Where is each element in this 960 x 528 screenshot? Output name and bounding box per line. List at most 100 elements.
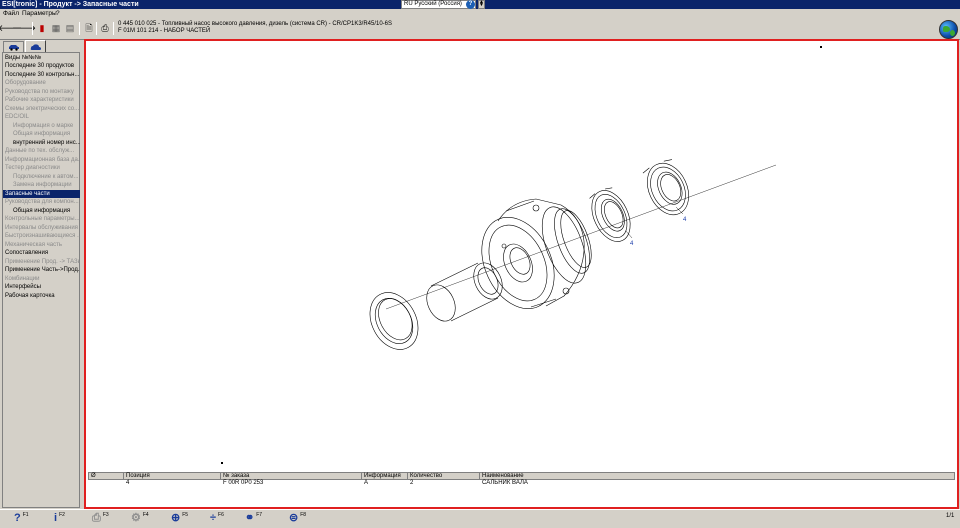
sidebar-item[interactable]: Рабочие характеристики	[3, 96, 80, 105]
sidebar-item[interactable]: Последние 30 контрольн...	[3, 71, 80, 80]
settings-icon: ⚙	[131, 512, 141, 524]
sidebar-item[interactable]: Общая информация	[3, 207, 80, 216]
sidebar-item[interactable]: Схемы электрических со...	[3, 105, 80, 114]
fkey-button[interactable]: ÷ F6	[210, 512, 224, 526]
snap-ring	[369, 292, 419, 350]
cell-info: A	[364, 480, 369, 486]
sidebar-item[interactable]: Данные по тех. обслуж...	[3, 147, 80, 156]
sidebar-item[interactable]: Руководства для компон...	[3, 198, 80, 207]
title-bar: ESI[tronic] - Продукт -> Запасные части …	[0, 0, 960, 9]
cell-name: САЛЬНИК ВАЛА	[482, 480, 528, 486]
col-header-position[interactable]: Позиция	[123, 473, 150, 480]
fkey-label: F5	[182, 512, 189, 518]
sidebar-item[interactable]: Быстроизнашивающиеся ...	[3, 232, 80, 241]
fkey-button[interactable]: ⊕ F5	[171, 512, 188, 526]
sidebar-tabs	[2, 40, 80, 52]
sidebar-item[interactable]: Руководства по монтажу	[3, 88, 80, 97]
cell-position: 4	[126, 480, 130, 486]
tab-vehicle[interactable]	[3, 41, 24, 52]
sidebar-item[interactable]: Контрольные параметры...	[3, 215, 80, 224]
parts-table: Ø Позиция № заказа Информация Количество…	[88, 470, 955, 507]
spin-arrows-icon[interactable]: ▲ ▼	[478, 0, 485, 9]
fkey-button[interactable]: ⎙ F3	[92, 512, 109, 526]
fkey-button[interactable]: i F2	[54, 512, 65, 526]
fkey-label: F8	[300, 512, 307, 518]
language-select[interactable]: RU Русский (Россия)	[401, 0, 476, 9]
fkey-button[interactable]: ⊜ F8	[289, 512, 306, 526]
drawing-viewer[interactable]: 4 4 Ø Позиция № заказа Информация Количе…	[84, 39, 959, 509]
table-row[interactable]: 4 F 00R 0P0 253 A 2 САЛЬНИК ВАЛА	[88, 480, 955, 488]
sidebar-item[interactable]: Применение Часть->Прод..	[3, 266, 80, 275]
fkey-label: F4	[142, 512, 149, 518]
globe-icon[interactable]	[939, 20, 958, 39]
fkey-label: F3	[102, 512, 109, 518]
test-icon[interactable]: ▤	[64, 22, 76, 34]
bushing	[426, 262, 503, 322]
sidebar-item[interactable]: Тестер диагностики	[3, 164, 80, 173]
print-icon: ⎙	[92, 512, 101, 524]
cell-quantity: 2	[410, 480, 414, 486]
print-icon[interactable]: ⎙	[99, 22, 111, 34]
product-title: 0 445 010 025 - Топливный насос высокого…	[118, 21, 393, 27]
fkey-button[interactable]: ⚭ F7	[245, 512, 262, 526]
sidebar-item[interactable]: Комбинации	[3, 275, 80, 284]
fkey-label: F2	[59, 512, 65, 518]
sidebar-item[interactable]: Интервалы обслуживания	[3, 224, 80, 233]
vehicle-icon[interactable]: ▦	[50, 22, 62, 34]
tab-cloud[interactable]	[25, 40, 46, 52]
sidebar-item[interactable]: Общая информация	[3, 130, 80, 139]
status-bar: ? F1 i F2 ⎙ F3 ⚙ F4 ⊕ F5 ÷ F6 ⚭ F7 ⊜ F8 1/1	[0, 509, 960, 528]
page-indicator: 1/1	[946, 513, 955, 519]
menu-file[interactable]: Файл	[3, 10, 19, 18]
menu-parameters[interactable]: Параметры	[22, 10, 57, 18]
fkey-label: F7	[256, 512, 263, 518]
sidebar: Виды №№№ Последние 30 продуктов Последние …	[0, 40, 82, 510]
sidebar-item[interactable]: Подключение к автом...	[3, 173, 80, 182]
sidebar-item[interactable]: Интерфейсы	[3, 283, 80, 292]
help-icon: ?	[14, 512, 21, 524]
forward-arrow-icon[interactable]: 🡒	[12, 22, 36, 34]
sidebar-item[interactable]: Последние 30 продуктов	[3, 62, 80, 71]
toolbar: 🡐 🡒 ▮ ▦ ▤ 🗎 ⎙ 0 445 010 025 - Топливный …	[0, 19, 960, 40]
fkey-button[interactable]: ? F1	[14, 512, 29, 526]
sidebar-item[interactable]: Оборудование	[3, 79, 80, 88]
component-icon[interactable]: ▮	[36, 22, 48, 34]
col-header-order-number[interactable]: № заказа	[220, 473, 249, 480]
product-subtitle: F 01M 101 214 - НАБОР ЧАСТЕЙ	[118, 28, 211, 34]
callout-label-1[interactable]: 4	[630, 241, 634, 247]
sidebar-item[interactable]: Информация о марке	[3, 122, 80, 131]
zoom-icon: ⊕	[171, 512, 181, 524]
col-header-info[interactable]: Информация	[361, 473, 401, 480]
sidebar-item[interactable]: Информационная база да...	[3, 156, 80, 165]
callout-label-2[interactable]: 4	[683, 217, 687, 223]
document-icon[interactable]: 🗎	[83, 22, 95, 34]
sidebar-nav: Виды №№№ Последние 30 продуктов Последние …	[2, 52, 80, 508]
menu-help[interactable]: ?	[56, 10, 60, 18]
sidebar-item[interactable]: Замена информации	[3, 181, 80, 190]
fkey-button[interactable]: ⚙ F4	[131, 512, 149, 526]
col-header-mark[interactable]: Ø	[89, 473, 96, 480]
fkey-label: F6	[218, 512, 224, 518]
sidebar-item[interactable]: Применение Прод. -> ТАЗь	[3, 258, 80, 267]
help-icon[interactable]: ?	[466, 0, 475, 9]
sidebar-item[interactable]: Запасные части	[3, 189, 80, 198]
info-icon: i	[54, 512, 58, 524]
split-icon: ÷	[210, 512, 217, 524]
sidebar-item[interactable]: Механическая часть	[3, 241, 80, 250]
table-header: Ø Позиция № заказа Информация Количество…	[88, 472, 955, 480]
flange-body	[481, 198, 592, 309]
col-header-name[interactable]: Наименование	[479, 473, 524, 480]
sidebar-item[interactable]: Сопоставления	[3, 249, 80, 258]
menu-bar: Файл Параметры ?	[0, 9, 960, 19]
exploded-parts-drawing: 4 4	[221, 46, 822, 464]
sidebar-item[interactable]: внутренний номер инс...	[3, 139, 80, 148]
sidebar-item[interactable]: Виды №№№	[3, 54, 80, 63]
sidebar-item[interactable]: EDC/OIL	[3, 113, 80, 122]
corner-marker	[820, 46, 822, 48]
filter-icon: ⊜	[289, 512, 299, 524]
col-header-quantity[interactable]: Количество	[407, 473, 442, 480]
fkey-label: F1	[22, 512, 29, 518]
cell-order-number: F 00R 0P0 253	[223, 480, 264, 486]
sidebar-item[interactable]: Рабочая карточка	[3, 292, 80, 301]
window-title: ESI[tronic] - Продукт -> Запасные части	[2, 1, 139, 8]
